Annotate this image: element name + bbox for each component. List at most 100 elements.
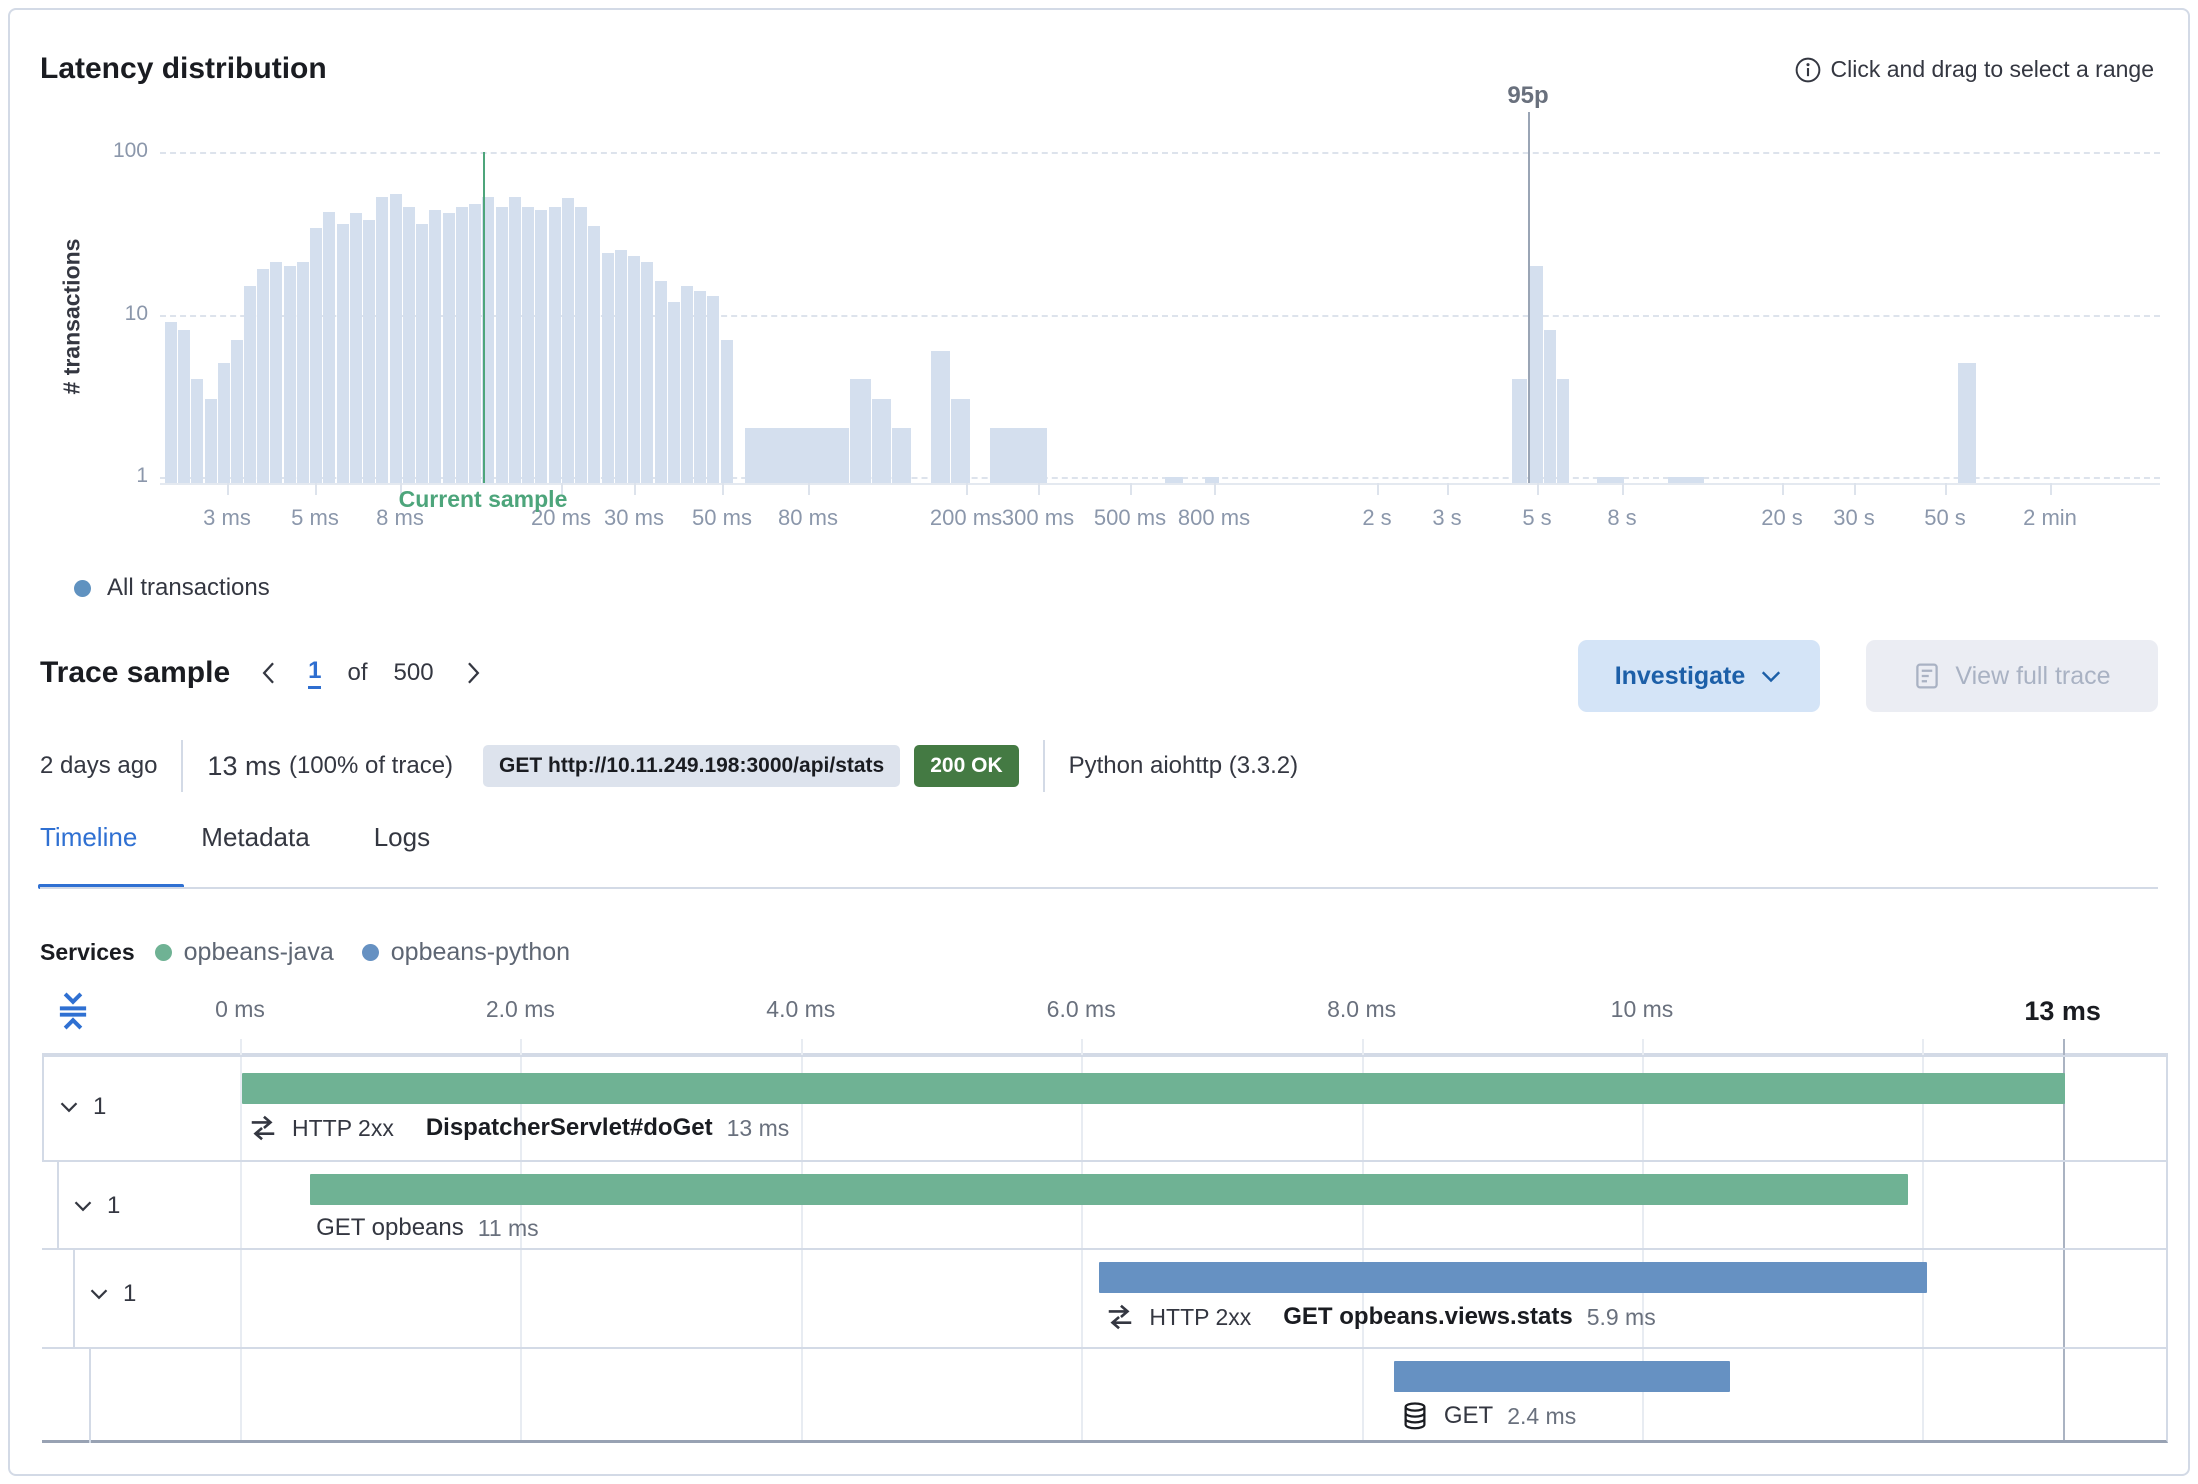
histogram-bar[interactable] [562, 198, 574, 483]
histogram-bar[interactable] [721, 340, 733, 483]
tab-logs[interactable]: Logs [374, 822, 430, 879]
waterfall-row[interactable]: 1 GET opbeans11 ms [42, 1162, 2166, 1250]
span-label[interactable]: GET opbeans11 ms [316, 1214, 539, 1242]
histogram-bar[interactable] [641, 262, 653, 483]
histogram-bar[interactable] [931, 351, 950, 483]
x-tick-label: 2 min [2023, 505, 2077, 531]
histogram-bar[interactable] [549, 207, 561, 483]
x-tick-label: 30 s [1833, 505, 1875, 531]
histogram-bar[interactable] [456, 207, 468, 483]
investigate-button[interactable]: Investigate [1578, 640, 1820, 712]
histogram-bar[interactable] [602, 253, 614, 483]
row-collapse-toggle[interactable]: 1 [87, 1280, 136, 1308]
histogram-bar[interactable] [178, 330, 190, 483]
span-bar-opbeans-python[interactable] [1099, 1262, 1926, 1293]
histogram-bar[interactable] [535, 210, 547, 483]
histogram-bar[interactable] [323, 212, 335, 483]
histogram-bar[interactable] [191, 379, 203, 483]
histogram-bar[interactable] [990, 428, 1047, 483]
histogram-bar[interactable] [522, 207, 534, 483]
service-legend-opbeans-java[interactable]: opbeans-java [155, 938, 334, 967]
histogram-bar[interactable] [284, 266, 296, 483]
histogram-bar[interactable] [270, 262, 282, 483]
histogram-bar[interactable] [850, 379, 871, 483]
histogram-bar[interactable] [681, 286, 693, 483]
waterfall-row[interactable]: GET2.4 ms [42, 1349, 2166, 1443]
histogram-bar[interactable] [1557, 379, 1569, 483]
histogram-bar[interactable] [615, 250, 627, 483]
x-tick-label: 20 s [1761, 505, 1803, 531]
histogram-bar[interactable] [165, 322, 177, 483]
agent-label: Python aiohttp (3.3.2) [1069, 752, 1298, 780]
histogram-bar[interactable] [1597, 477, 1624, 483]
histogram-bar[interactable] [376, 197, 388, 483]
span-bar-opbeans-java[interactable] [310, 1174, 1908, 1205]
service-dot [155, 944, 172, 961]
x-tick-label: 300 ms [1002, 505, 1074, 531]
histogram-bar[interactable] [429, 210, 441, 483]
http-status-text: HTTP 2xx [292, 1115, 394, 1142]
histogram-bar[interactable] [218, 363, 230, 483]
histogram-bar[interactable] [694, 291, 706, 483]
span-bar-opbeans-java[interactable] [242, 1073, 2065, 1104]
histogram-bar[interactable] [297, 262, 309, 483]
waterfall-row[interactable]: 1 HTTP 2xxDispatcherServlet#doGet13 ms [42, 1055, 2166, 1162]
histogram-bar[interactable] [1668, 477, 1704, 483]
histogram-bar[interactable] [575, 207, 587, 483]
histogram-bar[interactable] [337, 224, 349, 483]
histogram-bar[interactable] [1958, 363, 1976, 483]
histogram-bar[interactable] [668, 302, 680, 483]
http-status-text: HTTP 2xx [1149, 1304, 1251, 1331]
row-collapse-toggle[interactable]: 1 [71, 1192, 120, 1220]
view-full-trace-label: View full trace [1955, 662, 2110, 691]
histogram-bar[interactable] [1205, 477, 1219, 483]
child-count: 1 [93, 1093, 106, 1121]
histogram-bar[interactable] [1512, 379, 1527, 483]
span-bar-opbeans-python[interactable] [1394, 1361, 1730, 1392]
trace-duration: 13 ms [207, 751, 281, 782]
fold-timeline-icon[interactable] [52, 988, 94, 1034]
view-full-trace-button[interactable]: View full trace [1866, 640, 2158, 712]
pager-current-page[interactable]: 1 [308, 657, 321, 689]
histogram-bar[interactable] [655, 281, 667, 483]
histogram-bar[interactable] [745, 428, 849, 483]
pager-next-icon[interactable] [460, 658, 486, 688]
histogram-bar[interactable] [390, 194, 402, 483]
investigate-label: Investigate [1615, 662, 1746, 691]
histogram-bar[interactable] [628, 256, 640, 483]
histogram-bar[interactable] [231, 340, 243, 483]
histogram-bar[interactable] [1544, 330, 1556, 483]
histogram-bar[interactable] [1528, 266, 1543, 483]
trace-sample-title: Trace sample [40, 656, 230, 690]
histogram-bar[interactable] [892, 428, 911, 483]
service-legend-opbeans-python[interactable]: opbeans-python [362, 938, 570, 967]
histogram-bar[interactable] [443, 213, 455, 483]
span-label[interactable]: HTTP 2xxGET opbeans.views.stats5.9 ms [1105, 1302, 1655, 1332]
histogram-bar[interactable] [310, 228, 322, 483]
span-label[interactable]: GET2.4 ms [1400, 1401, 1576, 1431]
histogram-bar[interactable] [244, 286, 256, 483]
span-label[interactable]: HTTP 2xxDispatcherServlet#doGet13 ms [248, 1113, 789, 1143]
histogram-bar[interactable] [416, 224, 428, 483]
histogram-bar[interactable] [257, 269, 269, 483]
histogram-bar[interactable] [205, 399, 217, 483]
histogram-bar[interactable] [469, 204, 481, 483]
histogram-bar[interactable] [363, 220, 375, 483]
latency-histogram[interactable]: # transactions 1001013 ms5 ms8 ms20 ms30… [0, 0, 2198, 560]
pager-prev-icon[interactable] [256, 658, 282, 688]
row-collapse-toggle[interactable]: 1 [57, 1093, 106, 1121]
histogram-bar[interactable] [951, 399, 970, 483]
service-name: opbeans-java [184, 938, 334, 967]
histogram-bar[interactable] [509, 197, 521, 483]
waterfall-row[interactable]: 1 HTTP 2xxGET opbeans.views.stats5.9 ms [42, 1250, 2166, 1349]
tab-timeline[interactable]: Timeline [40, 822, 137, 879]
histogram-bar[interactable] [707, 296, 719, 483]
chevron-down-icon [71, 1194, 95, 1218]
histogram-bar[interactable] [496, 207, 508, 483]
histogram-bar[interactable] [1165, 477, 1183, 483]
histogram-bar[interactable] [350, 213, 362, 483]
histogram-bar[interactable] [403, 207, 415, 483]
tab-metadata[interactable]: Metadata [201, 822, 309, 879]
histogram-bar[interactable] [588, 226, 600, 483]
histogram-bar[interactable] [872, 399, 891, 483]
